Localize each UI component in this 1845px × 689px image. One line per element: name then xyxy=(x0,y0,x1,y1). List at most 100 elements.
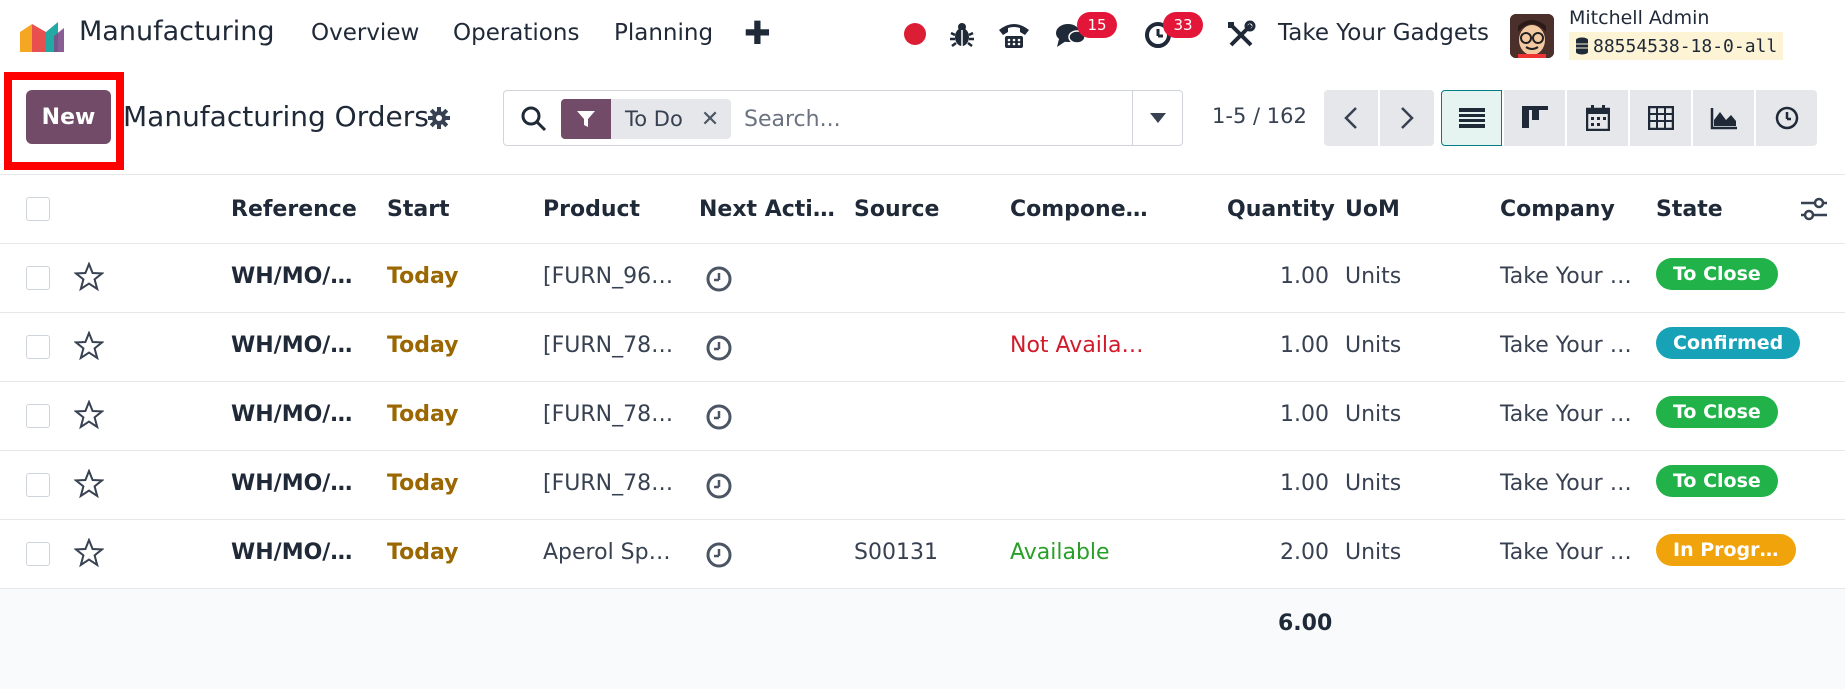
company-cell: Take Your … xyxy=(1500,471,1632,496)
column-product[interactable]: Product xyxy=(543,197,640,222)
product-cell: Aperol Sp… xyxy=(543,540,671,565)
status-badge: To Close xyxy=(1656,396,1778,428)
pivot-view-icon xyxy=(1647,106,1674,130)
start-cell: Today xyxy=(387,471,459,496)
bug-icon[interactable] xyxy=(945,18,979,52)
activity-clock-icon[interactable] xyxy=(705,541,733,569)
activity-clock-icon[interactable] xyxy=(705,265,733,293)
row-checkbox[interactable] xyxy=(26,473,50,497)
filter-facet: To Do ✕ xyxy=(561,99,732,139)
uom-cell: Units xyxy=(1345,402,1402,427)
column-settings-icon[interactable] xyxy=(1800,197,1828,221)
row-checkbox[interactable] xyxy=(26,266,50,290)
company-cell: Take Your … xyxy=(1500,264,1632,289)
list-view-icon xyxy=(1458,108,1485,128)
gear-icon[interactable] xyxy=(427,106,451,130)
table-row[interactable]: WH/MO/… Today [FURN_78… 1.00 Units Take … xyxy=(0,382,1845,451)
product-cell: [FURN_78… xyxy=(543,402,674,427)
row-checkbox[interactable] xyxy=(26,404,50,428)
star-icon[interactable] xyxy=(74,469,104,499)
row-checkbox[interactable] xyxy=(26,542,50,566)
search-bar: To Do ✕ xyxy=(503,90,1183,146)
calendar-view-button[interactable] xyxy=(1567,90,1628,146)
activity-clock-icon[interactable] xyxy=(705,472,733,500)
search-input[interactable] xyxy=(744,99,1124,139)
column-source[interactable]: Source xyxy=(854,197,939,222)
kanban-view-icon xyxy=(1521,106,1548,128)
recording-indicator-icon[interactable] xyxy=(904,23,926,45)
manufacturing-app-icon[interactable] xyxy=(18,18,66,54)
pivot-view-button[interactable] xyxy=(1630,90,1691,146)
select-all-checkbox[interactable] xyxy=(26,197,50,221)
start-cell: Today xyxy=(387,540,459,565)
quantity-cell: 2.00 xyxy=(1280,540,1329,565)
column-reference[interactable]: Reference xyxy=(231,197,357,222)
star-icon[interactable] xyxy=(74,400,104,430)
menu-overview[interactable]: Overview xyxy=(311,20,419,46)
quantity-cell: 1.00 xyxy=(1280,333,1329,358)
uom-cell: Units xyxy=(1345,264,1402,289)
menu-operations[interactable]: Operations xyxy=(453,20,579,46)
status-badge: In Progr… xyxy=(1656,534,1796,566)
database-chip: 88554538-18-0-all xyxy=(1569,32,1784,60)
activity-clock-icon[interactable] xyxy=(705,403,733,431)
chevron-right-icon xyxy=(1401,107,1414,129)
tools-icon[interactable] xyxy=(1224,18,1258,52)
activity-clock-icon[interactable] xyxy=(705,334,733,362)
pager-previous-button[interactable] xyxy=(1324,90,1378,146)
messages-count-badge: 15 xyxy=(1077,12,1117,38)
status-badge: To Close xyxy=(1656,465,1778,497)
row-checkbox[interactable] xyxy=(26,335,50,359)
menu-planning[interactable]: Planning xyxy=(614,20,713,46)
company-switcher[interactable]: Take Your Gadgets xyxy=(1278,20,1489,46)
top-navbar: Manufacturing Overview Operations Planni… xyxy=(0,0,1845,72)
plus-icon[interactable]: ✚ xyxy=(744,14,771,52)
star-icon[interactable] xyxy=(74,538,104,568)
user-avatar[interactable] xyxy=(1510,14,1554,58)
clock-icon xyxy=(1775,106,1798,130)
app-name[interactable]: Manufacturing xyxy=(79,16,275,47)
reference-cell: WH/MO/… xyxy=(231,402,353,427)
product-cell: [FURN_78… xyxy=(543,333,674,358)
table-row[interactable]: WH/MO/… Today Aperol Sp… S00131 Availabl… xyxy=(0,520,1845,589)
pager-value[interactable]: 1-5 / 162 xyxy=(1212,104,1307,128)
company-cell: Take Your … xyxy=(1500,333,1632,358)
product-cell: [FURN_78… xyxy=(543,471,674,496)
reference-cell: WH/MO/… xyxy=(231,333,353,358)
pager-next-button[interactable] xyxy=(1380,90,1434,146)
star-icon[interactable] xyxy=(74,262,104,292)
table-row[interactable]: WH/MO/… Today [FURN_96… 1.00 Units Take … xyxy=(0,244,1845,313)
star-icon[interactable] xyxy=(74,331,104,361)
page-title: Manufacturing Orders xyxy=(123,100,429,133)
column-quantity[interactable]: Quantity xyxy=(1227,197,1335,222)
company-cell: Take Your … xyxy=(1500,540,1632,565)
column-next-activity[interactable]: Next Acti… xyxy=(699,197,835,222)
database-icon xyxy=(1576,37,1588,55)
activity-view-button[interactable] xyxy=(1756,90,1817,146)
column-uom[interactable]: UoM xyxy=(1345,197,1400,222)
column-components[interactable]: Compone… xyxy=(1010,197,1148,222)
column-state[interactable]: State xyxy=(1656,197,1723,222)
reference-cell: WH/MO/… xyxy=(231,471,353,496)
search-icon[interactable] xyxy=(520,105,548,133)
phone-icon[interactable] xyxy=(997,18,1031,52)
chevron-left-icon xyxy=(1344,107,1357,129)
table-row[interactable]: WH/MO/… Today [FURN_78… Not Availa… 1.00… xyxy=(0,313,1845,382)
activities-count-badge: 33 xyxy=(1163,12,1203,38)
status-badge: Confirmed xyxy=(1656,327,1801,359)
total-quantity: 6.00 xyxy=(1278,611,1333,636)
kanban-view-button[interactable] xyxy=(1504,90,1565,146)
calendar-view-icon xyxy=(1585,105,1610,131)
company-cell: Take Your … xyxy=(1500,402,1632,427)
list-view-button[interactable] xyxy=(1441,90,1502,146)
facet-label: To Do xyxy=(625,107,683,131)
column-start[interactable]: Start xyxy=(387,197,450,222)
start-cell: Today xyxy=(387,333,459,358)
column-company[interactable]: Company xyxy=(1500,197,1615,222)
facet-remove-icon[interactable]: ✕ xyxy=(701,107,719,132)
table-row[interactable]: WH/MO/… Today [FURN_78… 1.00 Units Take … xyxy=(0,451,1845,520)
user-name[interactable]: Mitchell Admin xyxy=(1569,7,1709,29)
graph-view-button[interactable] xyxy=(1693,90,1754,146)
search-options-toggle[interactable] xyxy=(1132,91,1182,145)
quantity-cell: 1.00 xyxy=(1280,471,1329,496)
